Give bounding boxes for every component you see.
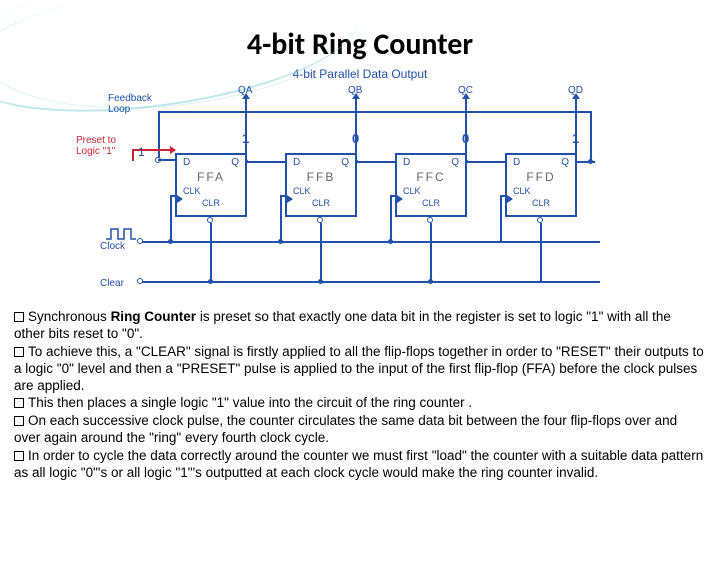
flip-flop-c: DQ FFC CLK CLR <box>395 153 467 217</box>
bullet-text: Synchronous Ring Counter is preset so th… <box>0 303 720 493</box>
bullet-icon <box>14 347 24 357</box>
flip-flop-d: DQ FFD CLK CLR <box>505 153 577 217</box>
flip-flop-a: DQ FFA CLK CLR <box>175 153 247 217</box>
flip-flop-b: DQ FFB CLK CLR <box>285 153 357 217</box>
output-q-d: QD <box>568 85 583 96</box>
circuit-diagram: DQ FFA CLK CLR DQ FFB CLK CLR DQ FFC CLK… <box>70 83 650 303</box>
output-q-a: QA <box>238 85 252 96</box>
preset-label: Preset to Logic "1" <box>76 135 131 157</box>
preset-value: 1 <box>138 145 145 159</box>
output-q-c: QC <box>458 85 473 96</box>
output-q-b: QB <box>348 85 362 96</box>
wire-value: 1 <box>572 131 579 146</box>
wire-value: 0 <box>352 131 359 146</box>
bullet-icon <box>14 416 24 426</box>
bullet-icon <box>14 451 24 461</box>
clear-label: Clear <box>100 278 124 289</box>
wire-value: 1 <box>242 131 249 146</box>
feedback-loop-label: Feedback Loop <box>108 93 168 115</box>
wire-value: 0 <box>462 131 469 146</box>
clock-label: Clock <box>100 241 125 252</box>
clock-pulse-icon <box>106 228 136 240</box>
bullet-icon <box>14 398 24 408</box>
bullet-icon <box>14 312 24 322</box>
